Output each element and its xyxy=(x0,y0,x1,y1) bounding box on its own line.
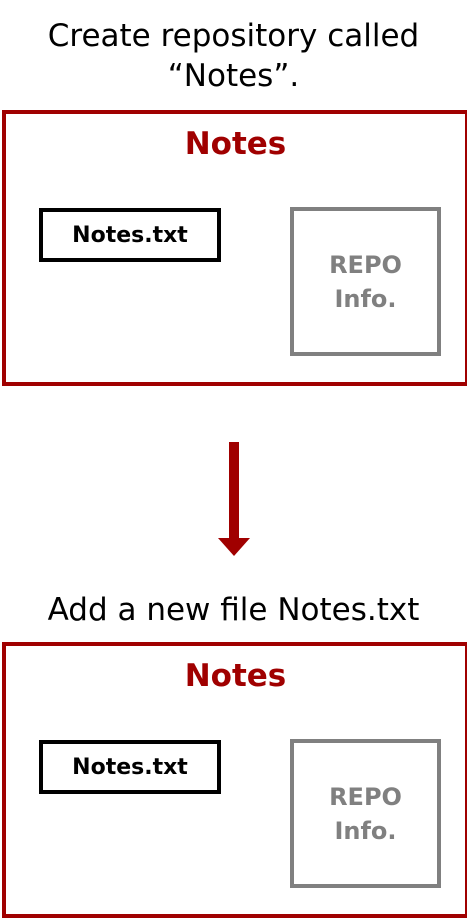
file-box: Notes.txt xyxy=(39,740,221,794)
step-1-caption-line-1: Create repository called xyxy=(47,18,420,54)
repo-info-line-2: Info. xyxy=(334,816,397,845)
step-1-caption: Create repository called “Notes”. xyxy=(0,16,467,96)
repo-info-line-1: REPO xyxy=(329,782,402,811)
repository-title: Notes xyxy=(184,658,287,694)
step-2-caption: Add a new file Notes.txt xyxy=(47,592,420,628)
repository-title: Notes xyxy=(184,126,287,162)
repo-info-box: REPO Info. xyxy=(290,739,441,888)
repo-info-box: REPO Info. xyxy=(290,207,441,356)
repository-box-with-file: Notes Notes.txt REPO Info. xyxy=(2,642,467,918)
file-box: Notes.txt xyxy=(39,208,221,262)
repository-box-initial: Notes Notes.txt REPO Info. xyxy=(2,110,467,386)
repo-info-line-2: Info. xyxy=(334,284,397,313)
file-label: Notes.txt xyxy=(72,222,188,248)
file-label: Notes.txt xyxy=(72,754,188,780)
step-1-caption-line-2: “Notes”. xyxy=(167,58,300,94)
repo-info-line-1: REPO xyxy=(329,250,402,279)
down-arrow-icon xyxy=(218,442,250,556)
